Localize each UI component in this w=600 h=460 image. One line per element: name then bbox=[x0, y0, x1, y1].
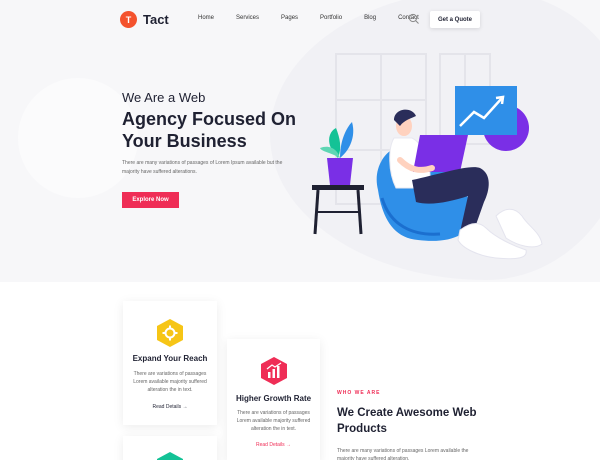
chart-icon bbox=[261, 357, 287, 385]
hero-circle-shape bbox=[18, 78, 138, 198]
nav-pages[interactable]: Pages bbox=[281, 15, 298, 21]
hero-illustration bbox=[312, 53, 543, 260]
nav-services[interactable]: Services bbox=[236, 15, 259, 21]
gear-icon bbox=[157, 319, 183, 347]
feature-card-expand-reach[interactable]: Expand Your Reach There are variations o… bbox=[123, 301, 217, 425]
stool bbox=[312, 185, 364, 235]
feature-description: There are variations of passages Lorem a… bbox=[236, 410, 311, 432]
page: T Tact Home Services Pages Portfolio Blo… bbox=[0, 0, 600, 460]
main-nav: Home Services Pages Portfolio Blog Conta… bbox=[198, 15, 441, 21]
plant-icon bbox=[320, 122, 354, 185]
arrow-right-icon: → bbox=[286, 442, 292, 448]
who-we-are-eyebrow: WHO WE ARE bbox=[337, 390, 381, 396]
logo-text: Tact bbox=[143, 12, 169, 27]
about-title: We Create Awesome Web Products bbox=[337, 407, 477, 435]
hero-description: There are many variations of passages of… bbox=[122, 160, 283, 175]
nav-blog[interactable]: Blog bbox=[364, 15, 376, 21]
about-description: There are many variations of passages Lo… bbox=[337, 448, 469, 460]
read-details-link[interactable]: Read Details → bbox=[123, 404, 217, 410]
site-header: T Tact Home Services Pages Portfolio Blo… bbox=[0, 0, 600, 40]
feature-card-3[interactable] bbox=[123, 436, 217, 460]
feature-card-growth-rate[interactable]: Higher Growth Rate There are variations … bbox=[227, 339, 320, 460]
read-details-label: Read Details bbox=[255, 442, 285, 448]
hero-text: We Are a Web Agency Focused On Your Busi… bbox=[122, 90, 322, 177]
nav-portfolio[interactable]: Portfolio bbox=[320, 15, 342, 21]
feature-description: There are variations of passages Lorem a… bbox=[133, 371, 207, 393]
arrow-right-icon: → bbox=[182, 404, 188, 410]
explore-now-button[interactable]: Explore Now bbox=[122, 192, 179, 208]
search-icon[interactable] bbox=[408, 13, 420, 25]
read-details-link[interactable]: Read Details → bbox=[227, 442, 320, 448]
get-a-quote-button[interactable]: Get a Quote bbox=[430, 11, 480, 28]
hero-title: Agency Focused On Your Business bbox=[122, 109, 297, 151]
read-details-label: Read Details bbox=[152, 404, 182, 410]
feature-title: Higher Growth Rate bbox=[235, 394, 312, 403]
feature-title: Expand Your Reach bbox=[132, 354, 208, 363]
logo-mark: T bbox=[120, 11, 137, 28]
logo[interactable]: T Tact bbox=[120, 11, 169, 28]
hero-kicker: We Are a Web bbox=[122, 90, 206, 105]
hexagon-icon bbox=[157, 452, 183, 460]
nav-home[interactable]: Home bbox=[198, 15, 214, 21]
